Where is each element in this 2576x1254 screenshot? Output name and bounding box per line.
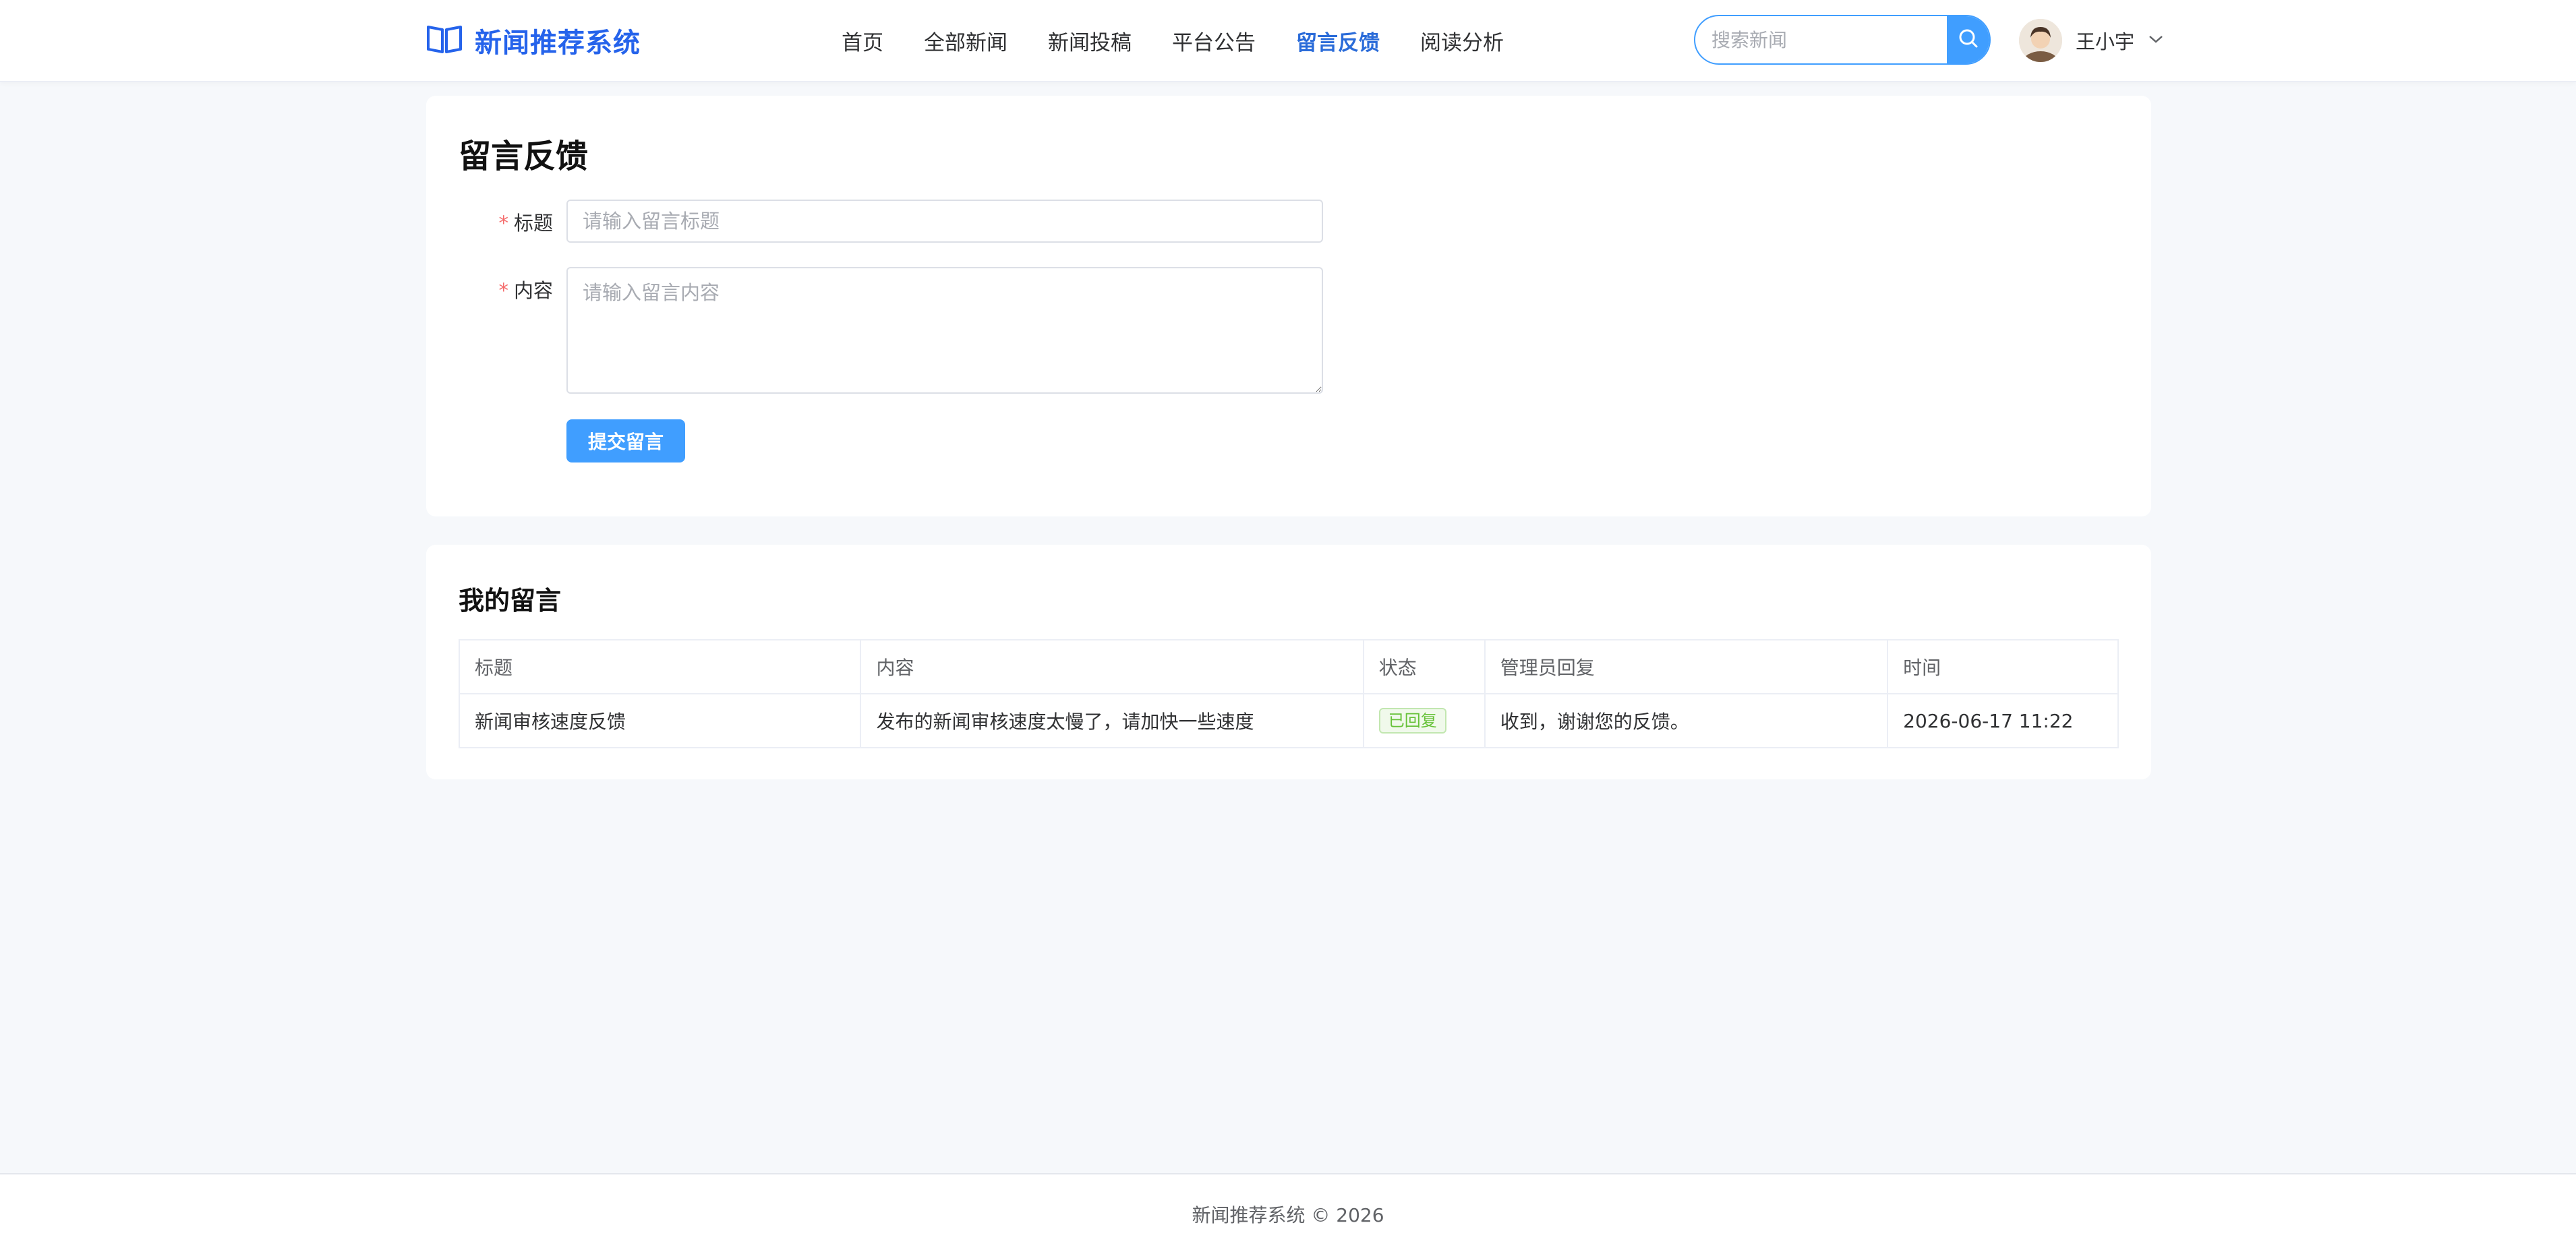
required-mark: *	[498, 212, 508, 235]
title-label: * 标题	[498, 212, 553, 235]
user-name: 王小宇	[2076, 30, 2135, 53]
search-icon	[1957, 27, 1980, 53]
feedback-form-card: 留言反馈 *标题 *内容 提交留言	[426, 96, 2151, 516]
column-header-title: 标题	[458, 639, 862, 694]
user-menu[interactable]: 王小宇	[2019, 15, 2164, 66]
messages-table: 标题 内容 状态 管理员回复 时间 新闻审核速度反馈 发布的新闻审核速度太慢了，…	[458, 639, 2119, 748]
cell-status: 已回复	[1362, 693, 1486, 748]
search-box	[1694, 15, 1991, 65]
logo-title: 新闻推荐系统	[475, 28, 641, 59]
cell-time: 2026-06-17 11:22	[1887, 693, 2119, 748]
nav-item-announcements[interactable]: 平台公告	[1172, 26, 1256, 56]
top-header: 新闻推荐系统 首页 全部新闻 新闻投稿 平台公告 留言反馈 阅读分析 搜索新闻 …	[0, 0, 2576, 82]
main-nav: 首页 全部新闻 新闻投稿 平台公告 留言反馈 阅读分析	[842, 0, 1544, 81]
cell-content: 发布的新闻审核速度太慢了，请加快一些速度	[860, 693, 1364, 748]
content-label: * 内容	[498, 279, 553, 302]
nav-item-all-news[interactable]: 全部新闻	[924, 26, 1007, 56]
cell-reply: 收到，谢谢您的反馈。	[1484, 693, 1889, 748]
search-button[interactable]	[1947, 16, 1989, 63]
section-title: 我的留言	[459, 586, 562, 616]
my-messages-card: 我的留言 标题 内容 状态 管理员回复 时间 新闻审核速度反馈 发布的新闻审核速…	[426, 545, 2151, 779]
footer-text: 新闻推荐系统 © 2026	[1192, 1204, 1384, 1226]
column-header-reply: 管理员回复	[1484, 639, 1889, 694]
logo[interactable]: 新闻推荐系统	[426, 0, 641, 81]
footer: 新闻推荐系统 © 2026	[0, 1173, 2576, 1254]
open-book-icon	[426, 24, 463, 57]
cell-title: 新闻审核速度反馈	[458, 693, 862, 748]
title-input[interactable]	[566, 200, 1323, 243]
nav-item-reading-analysis[interactable]: 阅读分析	[1420, 26, 1504, 56]
page-title: 留言反馈	[459, 138, 589, 175]
submit-feedback-button[interactable]: 提交留言	[566, 419, 685, 462]
search-input[interactable]	[1695, 16, 1947, 63]
column-header-time: 时间	[1887, 639, 2119, 694]
nav-item-home[interactable]: 首页	[842, 26, 883, 56]
table-header-row: 标题 内容 状态 管理员回复 时间	[458, 639, 2119, 694]
nav-item-submit-news[interactable]: 新闻投稿	[1048, 26, 1132, 56]
status-badge: 已回复	[1378, 708, 1446, 734]
required-mark: *	[498, 279, 508, 302]
column-header-status: 状态	[1362, 639, 1486, 694]
table-row: 新闻审核速度反馈 发布的新闻审核速度太慢了，请加快一些速度 已回复 收到，谢谢您…	[458, 693, 2119, 748]
column-header-content: 内容	[860, 639, 1364, 694]
chevron-down-icon	[2148, 34, 2164, 47]
nav-item-feedback[interactable]: 留言反馈	[1296, 26, 1380, 56]
content-textarea[interactable]	[566, 267, 1323, 394]
avatar	[2019, 19, 2062, 62]
